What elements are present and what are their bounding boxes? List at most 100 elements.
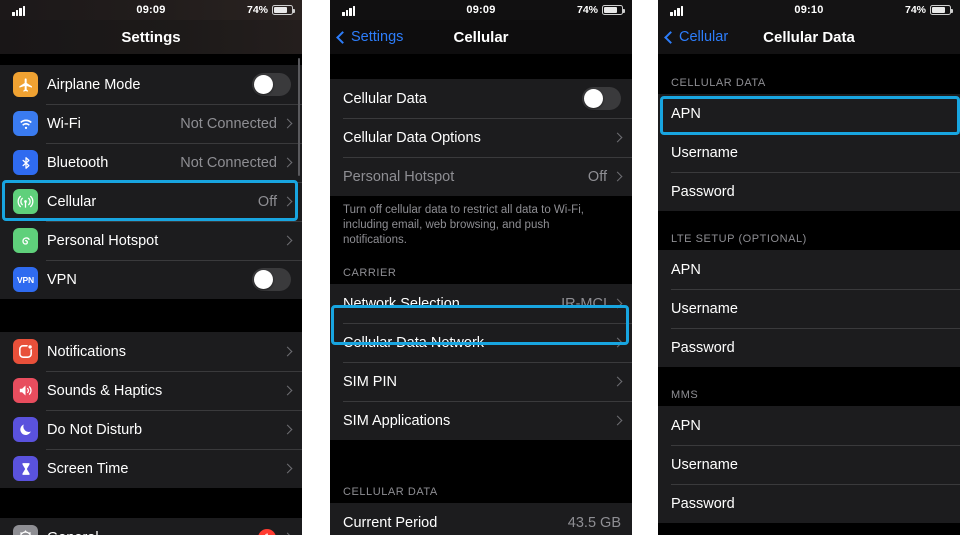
hotspot-icon xyxy=(13,228,38,253)
sidebar-item-sounds-haptics[interactable]: Sounds & Haptics xyxy=(0,371,302,410)
status-bar-cellular: 09:09 74% xyxy=(330,0,632,20)
field-label: Username xyxy=(671,456,738,473)
cellular-group-data: Cellular Data Cellular Data Options Pers… xyxy=(330,79,632,196)
sidebar-item-bluetooth[interactable]: Bluetooth Not Connected xyxy=(0,143,302,182)
field-label: Password xyxy=(671,495,735,512)
battery-percent-label: 74% xyxy=(904,4,926,16)
battery-status: 74% xyxy=(904,4,953,16)
sidebar-item-label: Sounds & Haptics xyxy=(47,382,163,399)
page-title: Cellular xyxy=(453,28,509,46)
sidebar-item-general[interactable]: General 1 xyxy=(0,518,302,535)
list-item-label: Cellular Data xyxy=(343,90,427,107)
settings-list[interactable]: Airplane Mode Wi-Fi Not Connected Blueto xyxy=(0,54,302,535)
back-button-label: Settings xyxy=(351,29,404,45)
field-username[interactable]: Username xyxy=(658,133,960,172)
sidebar-item-label: Bluetooth xyxy=(47,154,109,171)
sidebar-item-notifications[interactable]: Notifications xyxy=(0,332,302,371)
field-password[interactable]: Password xyxy=(658,172,960,211)
field-lte-apn[interactable]: APN xyxy=(658,250,960,289)
list-item-label: Cellular Data Network xyxy=(343,334,485,351)
back-button-cellular[interactable]: Cellular xyxy=(664,29,729,45)
moon-icon xyxy=(13,417,38,442)
sidebar-item-do-not-disturb[interactable]: Do Not Disturb xyxy=(0,410,302,449)
list-item-cellular-data[interactable]: Cellular Data xyxy=(330,79,632,118)
nav-bar-apn: Cellular Cellular Data xyxy=(658,20,960,54)
list-item-cellular-data-options[interactable]: Cellular Data Options xyxy=(330,118,632,157)
chevron-right-icon xyxy=(282,157,293,168)
battery-icon xyxy=(930,5,953,15)
list-item-cellular-data-network[interactable]: Cellular Data Network xyxy=(330,323,632,362)
chevron-right-icon xyxy=(282,346,293,357)
field-apn[interactable]: APN xyxy=(658,94,960,133)
sidebar-item-airplane-mode[interactable]: Airplane Mode xyxy=(0,65,302,104)
field-label: Username xyxy=(671,300,738,317)
field-mms-username[interactable]: Username xyxy=(658,445,960,484)
apn-group-cellular-data: APN Username Password xyxy=(658,94,960,211)
sidebar-item-label: Cellular xyxy=(47,193,97,210)
gear-icon xyxy=(13,525,38,535)
sidebar-item-label: General xyxy=(47,530,258,535)
section-header-mms: MMS xyxy=(658,385,960,406)
chevron-right-icon xyxy=(612,171,623,182)
apn-group-mms: APN Username Password xyxy=(658,406,960,523)
chevron-right-icon xyxy=(612,132,623,143)
battery-status: 74% xyxy=(246,4,295,16)
sidebar-item-personal-hotspot[interactable]: Personal Hotspot xyxy=(0,221,302,260)
list-item-network-selection[interactable]: Network Selection IR-MCI xyxy=(330,284,632,323)
scrollbar-settings[interactable] xyxy=(297,58,300,176)
cellular-status-value: Off xyxy=(257,193,277,210)
list-item-label: SIM PIN xyxy=(343,373,397,390)
sidebar-item-label: Wi-Fi xyxy=(47,115,81,132)
network-selection-value: IR-MCI xyxy=(561,295,607,312)
sidebar-item-screen-time[interactable]: Screen Time xyxy=(0,449,302,488)
chevron-right-icon xyxy=(282,385,293,396)
apn-group-lte-setup: APN Username Password xyxy=(658,250,960,367)
battery-icon xyxy=(602,5,625,15)
field-lte-username[interactable]: Username xyxy=(658,289,960,328)
hourglass-icon xyxy=(13,456,38,481)
chevron-left-icon xyxy=(336,30,349,44)
panel-settings: 09:09 74% Settings Airplane Mode Wi-Fi N… xyxy=(0,0,302,535)
sounds-icon xyxy=(13,378,38,403)
vpn-icon: VPN xyxy=(13,267,38,292)
field-label: Password xyxy=(671,183,735,200)
apn-form-list[interactable]: CELLULAR DATA APN Username Password LTE … xyxy=(658,54,960,535)
section-header-lte-setup: LTE SETUP (OPTIONAL) xyxy=(658,229,960,250)
page-title: Cellular Data xyxy=(763,28,855,46)
settings-group-notifications: Notifications Sounds & Haptics Do Not Di… xyxy=(0,332,302,488)
battery-percent-label: 74% xyxy=(246,4,268,16)
sidebar-item-label: Screen Time xyxy=(47,460,129,477)
cellular-list[interactable]: Cellular Data Cellular Data Options Pers… xyxy=(330,54,632,535)
section-header-carrier: CARRIER xyxy=(330,252,632,284)
field-lte-password[interactable]: Password xyxy=(658,328,960,367)
vpn-toggle[interactable] xyxy=(252,268,291,291)
field-mms-password[interactable]: Password xyxy=(658,484,960,523)
notification-badge: 1 xyxy=(258,528,276,535)
nav-bar-settings: Settings xyxy=(0,20,302,54)
airplane-icon xyxy=(13,72,38,97)
airplane-mode-toggle[interactable] xyxy=(252,73,291,96)
sidebar-item-cellular[interactable]: Cellular Off xyxy=(0,182,302,221)
list-item-sim-applications[interactable]: SIM Applications xyxy=(330,401,632,440)
list-item-current-period[interactable]: Current Period 43.5 GB xyxy=(330,503,632,535)
list-item-personal-hotspot[interactable]: Personal Hotspot Off xyxy=(330,157,632,196)
chevron-left-icon xyxy=(664,30,677,44)
section-header-cellular-data: CELLULAR DATA xyxy=(658,69,960,94)
sidebar-item-label: Notifications xyxy=(47,343,126,360)
cellular-data-toggle[interactable] xyxy=(582,87,621,110)
field-label: Password xyxy=(671,339,735,356)
list-item-label: Network Selection xyxy=(343,295,460,312)
list-item-sim-pin[interactable]: SIM PIN xyxy=(330,362,632,401)
list-item-label: Current Period xyxy=(343,514,438,531)
personal-hotspot-value: Off xyxy=(587,168,607,185)
back-button-settings[interactable]: Settings xyxy=(336,29,404,45)
back-button-label: Cellular xyxy=(679,29,729,45)
sidebar-item-wifi[interactable]: Wi-Fi Not Connected xyxy=(0,104,302,143)
sidebar-item-vpn[interactable]: VPN VPN xyxy=(0,260,302,299)
sidebar-item-label: Personal Hotspot xyxy=(47,232,159,249)
sidebar-item-label: VPN xyxy=(47,271,77,288)
field-label: Username xyxy=(671,144,738,161)
chevron-right-icon xyxy=(282,118,293,129)
field-mms-apn[interactable]: APN xyxy=(658,406,960,445)
nav-bar-cellular: Settings Cellular xyxy=(330,20,632,54)
